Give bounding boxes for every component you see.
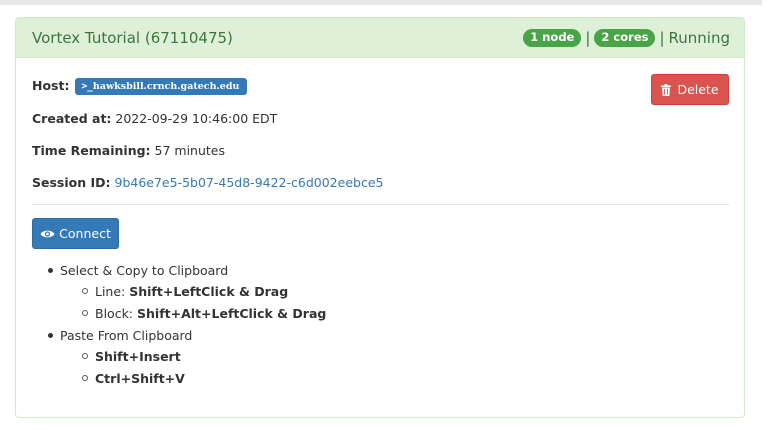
host-row: Host: >_hawksbill.crnch.gatech.edu [32, 78, 248, 95]
copy-heading: Select & Copy to Clipboard [60, 263, 229, 278]
connect-label: Connect [59, 226, 111, 241]
line-label: Line: [95, 284, 126, 299]
bullet [82, 375, 88, 381]
list-item: Select & Copy to Clipboard [48, 263, 228, 278]
session-id-row: Session ID: 9b46e7e5-5b07-45d8-9422-c6d0… [32, 175, 383, 190]
session-title: Vortex Tutorial (67110475) [32, 29, 233, 47]
status-separator: | [659, 29, 665, 47]
list-item: Shift+Insert [82, 349, 181, 364]
block-label: Block: [95, 306, 134, 321]
bullet [82, 310, 88, 316]
top-scroll-strip [0, 0, 762, 5]
cores-badge: 2 cores [594, 29, 656, 47]
session-card: Vortex Tutorial (67110475) 1 node | 2 co… [15, 17, 745, 418]
session-status-area: 1 node | 2 cores | Running [523, 29, 730, 47]
block-keys: Shift+Alt+LeftClick & Drag [137, 306, 327, 321]
host-label: Host: [32, 78, 70, 93]
paste-key-2: Ctrl+Shift+V [95, 371, 185, 386]
session-id-label: Session ID: [32, 175, 111, 190]
paste-key-1: Shift+Insert [95, 349, 181, 364]
time-remaining-value: 57 minutes [154, 143, 226, 158]
bullet [48, 333, 53, 338]
session-card-header: Vortex Tutorial (67110475) 1 node | 2 co… [16, 18, 744, 58]
created-label: Created at: [32, 111, 112, 126]
terminal-icon: >_ [81, 81, 93, 92]
host-name: hawksbill.crnch.gatech.edu [92, 81, 240, 92]
line-keys: Shift+LeftClick & Drag [129, 284, 289, 299]
delete-label: Delete [677, 82, 719, 97]
connect-button[interactable]: Connect [32, 218, 119, 249]
bullet [48, 268, 53, 273]
paste-heading: Paste From Clipboard [60, 328, 193, 343]
session-id-link[interactable]: 9b46e7e5-5b07-45d8-9422-c6d002eebce5 [115, 175, 384, 190]
list-item: Ctrl+Shift+V [82, 371, 185, 386]
divider [32, 204, 730, 205]
time-remaining-label: Time Remaining: [32, 143, 151, 158]
list-item: Paste From Clipboard [48, 328, 192, 343]
trash-icon [661, 83, 672, 96]
created-row: Created at: 2022-09-29 10:46:00 EDT [32, 111, 277, 126]
list-item: Block: Shift+Alt+LeftClick & Drag [82, 306, 326, 321]
bullet [82, 288, 88, 294]
bullet [82, 353, 88, 359]
created-value: 2022-09-29 10:46:00 EDT [115, 111, 278, 126]
eye-icon [40, 230, 55, 237]
time-remaining-row: Time Remaining: 57 minutes [32, 143, 225, 158]
status-text: Running [668, 29, 730, 47]
host-link[interactable]: >_hawksbill.crnch.gatech.edu [75, 78, 248, 95]
list-item: Line: Shift+LeftClick & Drag [82, 284, 288, 299]
delete-button[interactable]: Delete [651, 74, 729, 105]
status-separator: | [585, 29, 591, 47]
nodes-badge: 1 node [523, 29, 582, 47]
